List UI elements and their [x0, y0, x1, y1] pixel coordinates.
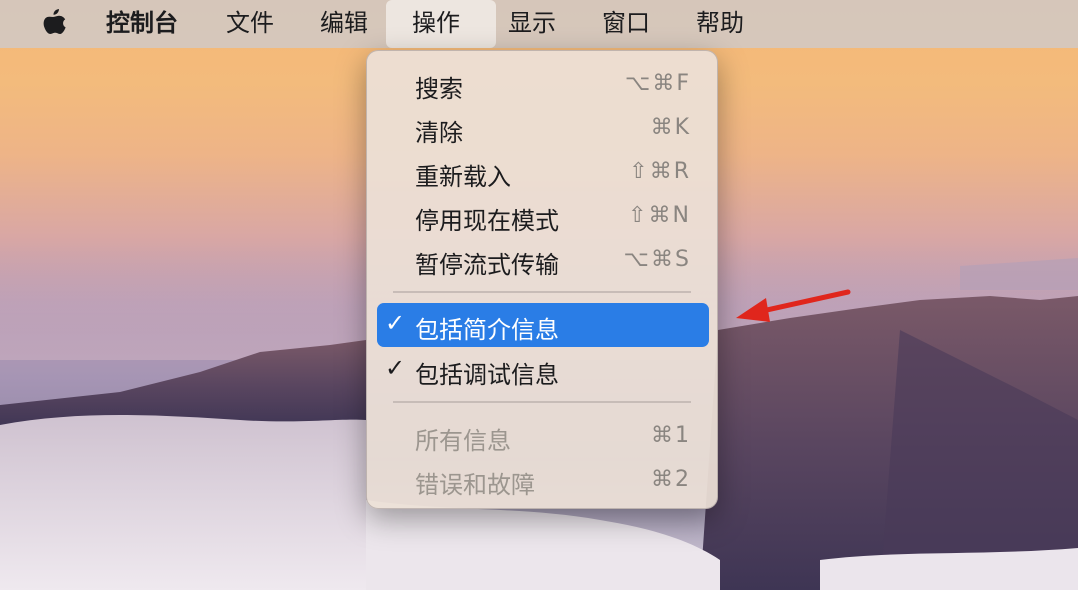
menu-item-shortcut: ⌥⌘F: [624, 71, 691, 96]
menubar-item-edit[interactable]: 编辑: [316, 0, 372, 48]
menu-bar: 控制台 文件 编辑 操作 显示 窗口 帮助: [0, 0, 1078, 48]
menu-item-label: 所有信息: [415, 427, 511, 455]
checkmark-icon: ✓: [385, 354, 406, 382]
menu-item-reload[interactable]: 重新载入 ⇧⌘R: [377, 150, 709, 194]
menu-item-label: 停用现在模式: [415, 207, 559, 235]
menubar-item-action[interactable]: 操作: [386, 0, 496, 48]
menu-item-errors-and-faults: 错误和故障 ⌘2: [377, 458, 709, 502]
menu-item-search[interactable]: 搜索 ⌥⌘F: [377, 62, 709, 106]
menu-item-label: 搜索: [415, 75, 463, 103]
menu-item-disable-now-mode[interactable]: 停用现在模式 ⇧⌘N: [377, 194, 709, 238]
menu-item-all-messages: 所有信息 ⌘1: [377, 414, 709, 458]
menubar-item-window[interactable]: 窗口: [598, 0, 654, 48]
menu-item-shortcut: ⌘1: [651, 423, 691, 448]
menu-separator: [393, 291, 691, 293]
menu-item-label: 错误和故障: [415, 471, 535, 499]
menubar-app-name[interactable]: 控制台: [102, 0, 182, 48]
menu-item-pause-streaming[interactable]: 暂停流式传输 ⌥⌘S: [377, 238, 709, 282]
menu-item-label: 重新载入: [415, 163, 511, 191]
menu-item-shortcut: ⌘K: [650, 115, 691, 140]
menu-item-shortcut: ⇧⌘N: [628, 203, 691, 228]
menubar-item-help[interactable]: 帮助: [692, 0, 748, 48]
menu-item-shortcut: ⌘2: [651, 467, 691, 492]
apple-logo-icon[interactable]: [38, 7, 68, 41]
menu-separator: [393, 401, 691, 403]
menu-item-label: 包括简介信息: [415, 316, 559, 344]
menu-item-shortcut: ⇧⌘R: [629, 159, 691, 184]
menu-item-label: 清除: [415, 119, 463, 147]
menu-item-label: 包括调试信息: [415, 361, 559, 389]
menubar-item-view[interactable]: 显示: [504, 0, 560, 48]
menu-item-shortcut: ⌥⌘S: [623, 247, 691, 272]
menu-item-label: 暂停流式传输: [415, 251, 559, 279]
menu-item-include-debug-messages[interactable]: ✓ 包括调试信息: [377, 348, 709, 392]
menu-item-include-info-messages[interactable]: ✓ 包括简介信息: [377, 303, 709, 347]
menu-item-clear[interactable]: 清除 ⌘K: [377, 106, 709, 150]
menubar-item-file[interactable]: 文件: [222, 0, 278, 48]
action-dropdown-menu: 搜索 ⌥⌘F 清除 ⌘K 重新载入 ⇧⌘R 停用现在模式 ⇧⌘N 暂停流式传输 …: [366, 50, 718, 509]
checkmark-icon: ✓: [385, 309, 406, 337]
annotation-arrow-icon: [736, 289, 851, 322]
